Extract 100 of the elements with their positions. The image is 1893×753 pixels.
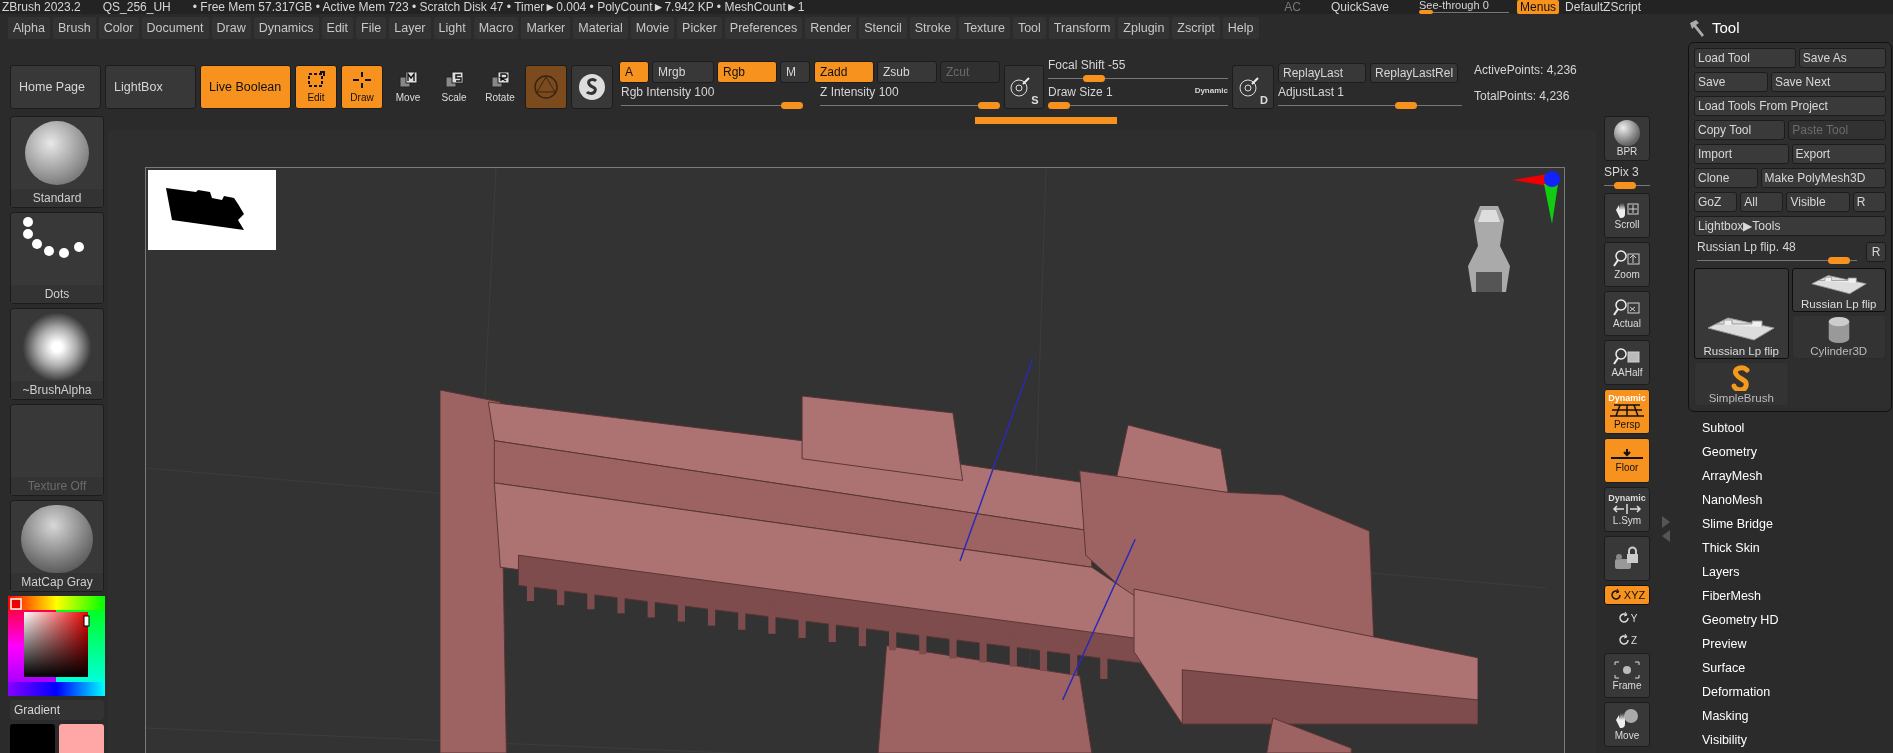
tool-button[interactable]: Import: [1694, 144, 1789, 164]
tool-button[interactable]: GoZ: [1694, 192, 1738, 212]
menu-item[interactable]: Picker: [677, 17, 722, 39]
zoom-button[interactable]: Zoom: [1604, 242, 1650, 287]
menu-item[interactable]: Stroke: [909, 17, 956, 39]
menu-item[interactable]: Alpha: [8, 17, 50, 39]
menu-item[interactable]: Draw: [211, 17, 251, 39]
tool-button[interactable]: Save Next: [1770, 72, 1886, 92]
subpalette-header[interactable]: Thick Skin: [1702, 536, 1892, 560]
channel-toggle[interactable]: Zadd: [814, 61, 874, 83]
move-mode-button[interactable]: Move: [387, 65, 429, 109]
persp-button[interactable]: Dynamic Persp: [1604, 389, 1650, 434]
subpalette-header[interactable]: Slime Bridge: [1702, 512, 1892, 536]
menu-item[interactable]: Tool: [1012, 17, 1046, 39]
slider-thumb[interactable]: [1828, 257, 1851, 264]
camera-button[interactable]: [1604, 536, 1650, 581]
subpalette-header[interactable]: Geometry: [1702, 440, 1892, 464]
slider-thumb[interactable]: [1613, 182, 1636, 189]
menu-item[interactable]: Layer: [389, 17, 431, 39]
subpalette-header[interactable]: Visibility: [1702, 728, 1892, 752]
menu-item[interactable]: Stencil: [859, 17, 907, 39]
tool-thumbnail[interactable]: Cylinder3D: [1791, 315, 1886, 359]
slider-track[interactable]: [820, 102, 1000, 109]
menu-item[interactable]: Preferences: [724, 17, 803, 39]
reset-button[interactable]: R: [1866, 242, 1886, 262]
bpr-button[interactable]: BPR: [1604, 116, 1650, 161]
slider-thumb[interactable]: [1394, 102, 1417, 109]
channel-toggle[interactable]: Rgb: [717, 61, 777, 83]
subpalette-header[interactable]: Geometry HD: [1702, 608, 1892, 632]
slider-thumb[interactable]: [1082, 75, 1105, 82]
frame-button[interactable]: Frame: [1604, 653, 1650, 698]
stroke-tile[interactable]: Dots: [10, 212, 104, 304]
tool-button[interactable]: Clone: [1694, 168, 1758, 188]
menu-item[interactable]: Transform: [1048, 17, 1116, 39]
menu-item[interactable]: Light: [433, 17, 471, 39]
material-tile[interactable]: MatCap Gray: [10, 500, 104, 592]
shelf-button[interactable]: LightBox: [105, 65, 196, 109]
navigation-thumbnail[interactable]: [148, 170, 276, 250]
tool-button[interactable]: Save As: [1798, 48, 1886, 68]
menu-item[interactable]: Marker: [521, 17, 571, 39]
subpalette-header[interactable]: Preview: [1702, 632, 1892, 656]
color-swatch[interactable]: [10, 724, 55, 753]
slider-track[interactable]: [1278, 102, 1462, 109]
slider-track[interactable]: [1697, 257, 1857, 264]
aahalf-button[interactable]: AAHalf: [1604, 340, 1650, 385]
slider-track[interactable]: [1419, 10, 1510, 14]
subpalette-header[interactable]: NanoMesh: [1702, 488, 1892, 512]
tool-thumbnail[interactable]: Russian Lp flip: [1791, 268, 1886, 312]
alpha-tile[interactable]: ~BrushAlpha: [10, 308, 104, 400]
subpalette-header[interactable]: ArrayMesh: [1702, 464, 1892, 488]
slider-track[interactable]: [621, 102, 803, 109]
subpalette-header[interactable]: Surface: [1702, 656, 1892, 680]
replay-button[interactable]: ReplayLastRel: [1370, 63, 1459, 83]
menu-item[interactable]: Zscript: [1172, 17, 1220, 39]
slider-track[interactable]: [1048, 102, 1228, 109]
slider-thumb[interactable]: [978, 102, 1000, 109]
shelf-button[interactable]: Home Page: [10, 65, 101, 109]
channel-toggle[interactable]: Mrgb: [652, 61, 714, 83]
menu-item[interactable]: Color: [98, 17, 139, 39]
tool-button[interactable]: Visible: [1786, 192, 1850, 212]
lsym-button[interactable]: Dynamic L.Sym: [1604, 487, 1650, 532]
draw-mode-button[interactable]: Draw: [341, 65, 383, 109]
rotate-mode-button[interactable]: Rotate: [479, 65, 521, 109]
menu-item[interactable]: Dynamics: [253, 17, 319, 39]
menu-item[interactable]: Texture: [958, 17, 1010, 39]
menu-item[interactable]: Macro: [473, 17, 519, 39]
tool-button[interactable]: Export: [1791, 144, 1886, 164]
tool-button[interactable]: Copy Tool: [1694, 120, 1786, 140]
subpalette-header[interactable]: Masking: [1702, 704, 1892, 728]
menus-toggle[interactable]: Menus: [1517, 0, 1560, 14]
floor-button[interactable]: Floor: [1604, 438, 1650, 483]
color-swatch[interactable]: [59, 724, 104, 753]
menu-item[interactable]: Zplugin: [1118, 17, 1170, 39]
shelf-button[interactable]: Live Boolean: [200, 65, 291, 109]
scroll-button[interactable]: Scroll: [1604, 193, 1650, 238]
rotate-axis-button[interactable]: Z: [1604, 631, 1650, 649]
rotate-axis-button[interactable]: Y: [1604, 609, 1650, 627]
slider-thumb[interactable]: [1419, 10, 1434, 14]
color-picker[interactable]: [8, 596, 105, 696]
menu-item[interactable]: Render: [805, 17, 857, 39]
slider-track[interactable]: [1604, 182, 1650, 189]
menu-item[interactable]: Document: [141, 17, 209, 39]
tool-button[interactable]: Lightbox▶Tools: [1694, 216, 1886, 236]
slider-thumb[interactable]: [781, 102, 803, 109]
tool-thumbnail[interactable]: Russian Lp flip: [1694, 268, 1789, 359]
xyz-rotate-button[interactable]: XYZ: [1604, 585, 1650, 605]
tool-button[interactable]: Load Tools From Project: [1694, 96, 1886, 116]
menu-item[interactable]: Edit: [321, 17, 354, 39]
menu-item[interactable]: Material: [573, 17, 628, 39]
tool-button[interactable]: Save: [1694, 72, 1768, 92]
tool-thumbnail[interactable]: SimpleBrush: [1694, 362, 1789, 406]
brush-tile[interactable]: Standard: [10, 116, 104, 208]
channel-toggle[interactable]: M: [780, 61, 810, 83]
tool-button[interactable]: Make PolyMesh3D: [1760, 168, 1886, 188]
subpalette-header[interactable]: Deformation: [1702, 680, 1892, 704]
focal-brush-button[interactable]: S: [1004, 65, 1044, 109]
subpalette-header[interactable]: FiberMesh: [1702, 584, 1892, 608]
menu-item[interactable]: Help: [1222, 17, 1259, 39]
stroke-button[interactable]: [571, 65, 613, 109]
slider-track[interactable]: [1048, 75, 1228, 82]
